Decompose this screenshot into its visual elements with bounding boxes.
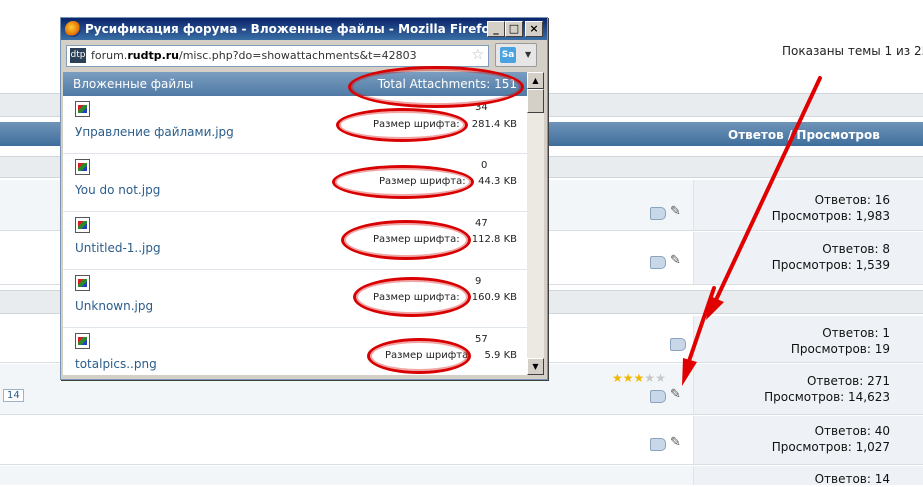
arrow-line-2 (686, 286, 716, 366)
arrow-line-1 (714, 76, 822, 302)
annotation-arrows (682, 76, 822, 386)
arrow-head-2 (682, 358, 697, 386)
